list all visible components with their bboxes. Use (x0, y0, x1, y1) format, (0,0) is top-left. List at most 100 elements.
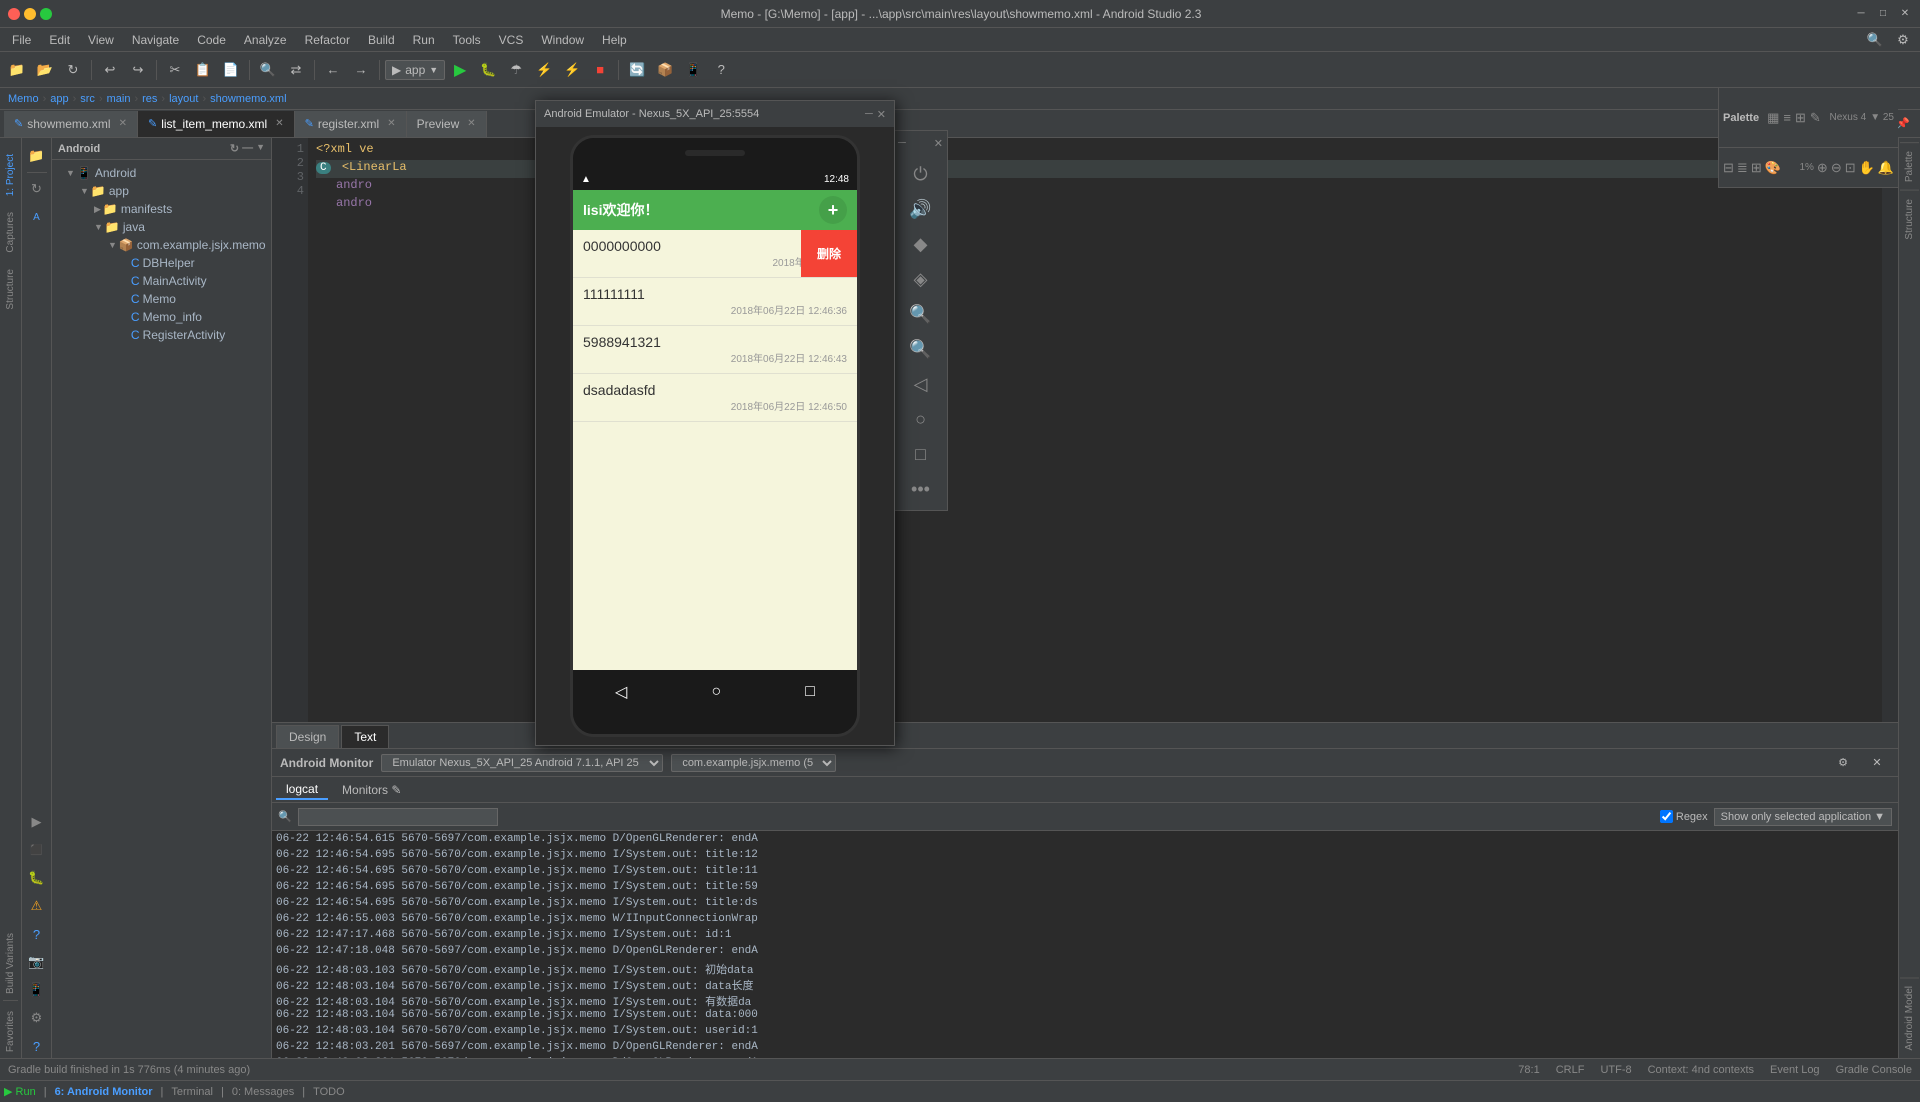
menu-navigate[interactable]: Navigate (124, 31, 187, 49)
sync-files-btn[interactable]: ↻ (230, 142, 239, 155)
tree-app[interactable]: ▼ 📁 app (52, 182, 271, 200)
avd-manager-btn[interactable]: 📱 (680, 57, 706, 83)
emulator-close-btn[interactable]: ✕ (877, 108, 886, 121)
tree-root[interactable]: ▼ 📱 Android (52, 164, 271, 182)
memo-title-2[interactable]: 111111111 (583, 286, 847, 302)
close-showmemo-icon[interactable]: ✕ (119, 118, 127, 129)
gradle-console-btn[interactable]: Gradle Console (1836, 1064, 1912, 1076)
menu-view[interactable]: View (80, 31, 122, 49)
run-monitor-icon[interactable]: ▶ (25, 810, 49, 834)
menu-refactor[interactable]: Refactor (297, 31, 358, 49)
cut-btn[interactable]: ✂ (162, 57, 188, 83)
palette-tab[interactable]: Palette (1900, 142, 1919, 190)
close-register-icon[interactable]: ✕ (387, 118, 395, 129)
new-project-btn[interactable]: 📁 (4, 57, 30, 83)
sync-btn[interactable]: ↻ (60, 57, 86, 83)
search-everywhere-btn[interactable]: 🔍 (1862, 27, 1888, 53)
undo-btn[interactable]: ↩ (97, 57, 123, 83)
bc-memo[interactable]: Memo (8, 93, 39, 105)
project-tool-tab[interactable]: 1: Project (3, 148, 18, 202)
dm-close-btn[interactable]: ✕ (934, 137, 943, 150)
gradle-sync-btn[interactable]: 🔄 (624, 57, 650, 83)
help-btn[interactable]: ? (708, 57, 734, 83)
structure-tool-tab[interactable]: Structure (3, 263, 18, 316)
redo-btn[interactable]: ↪ (125, 57, 151, 83)
replace-btn[interactable]: ⇄ (283, 57, 309, 83)
event-log-btn[interactable]: Event Log (1770, 1064, 1820, 1076)
todo-btn-bottom[interactable]: TODO (313, 1086, 345, 1098)
log-search-input[interactable] (298, 808, 498, 826)
palette-btn3[interactable]: ⊞ (1751, 160, 1762, 176)
build-variants-tab[interactable]: Build Variants (3, 927, 18, 1001)
tree-register[interactable]: ▶ C RegisterActivity (52, 326, 271, 344)
pan-btn[interactable]: ✋ (1859, 160, 1875, 176)
camera-icon[interactable]: 📷 (25, 950, 49, 974)
restore-btn[interactable]: □ (1876, 7, 1890, 21)
favorites-tab[interactable]: Favorites (3, 1005, 18, 1058)
zoom-out-icon[interactable]: 🔍 (905, 335, 935, 364)
tab-register[interactable]: ✎ register.xml ✕ (295, 111, 407, 137)
eraser-icon[interactable]: ◆ (910, 230, 932, 259)
sync-project-icon[interactable]: ↻ (25, 177, 49, 201)
tab-preview[interactable]: Preview ✕ (407, 111, 487, 137)
close-btn[interactable]: ✕ (1898, 7, 1912, 21)
bc-main[interactable]: main (107, 93, 131, 105)
terminal-btn-bottom[interactable]: Terminal (171, 1086, 213, 1098)
palette-btn1[interactable]: ⊟ (1723, 160, 1734, 176)
android-monitor-btn-bottom[interactable]: 6: Android Monitor (55, 1086, 153, 1098)
package-selector[interactable]: com.example.jsjx.memo (5 (671, 754, 836, 772)
close-list-item-icon[interactable]: ✕ (275, 118, 283, 129)
device-icon[interactable]: 📱 (25, 978, 49, 1002)
profile-btn[interactable]: ⚡ (531, 57, 557, 83)
encoding[interactable]: UTF-8 (1600, 1064, 1631, 1076)
open-btn[interactable]: 📂 (32, 57, 58, 83)
recents-nav-btn[interactable]: □ (805, 683, 815, 701)
delete-btn-1[interactable]: 删除 (801, 230, 857, 277)
tree-dbhelper[interactable]: ▶ C DBHelper (52, 254, 271, 272)
square-icon[interactable]: □ (911, 440, 930, 469)
collapse-all-btn[interactable]: — (242, 142, 253, 155)
tab-list-item-memo[interactable]: ✎ list_item_memo.xml ✕ (138, 111, 295, 137)
monitor-settings-btn[interactable]: ⚙ (1830, 750, 1856, 776)
menu-code[interactable]: Code (189, 31, 234, 49)
sdk-manager-btn[interactable]: 📦 (652, 57, 678, 83)
menu-build[interactable]: Build (360, 31, 403, 49)
palette-btn2[interactable]: ≣ (1737, 160, 1748, 176)
notification-btn[interactable]: 🔔 (1878, 160, 1894, 176)
stop-btn[interactable]: ■ (587, 57, 613, 83)
zoom-in-palette-btn[interactable]: ⊕ (1817, 160, 1828, 176)
emulator-minimize-btn[interactable]: ─ (865, 108, 873, 121)
android-monitor-icon[interactable]: ⬛ (25, 838, 49, 862)
structure-right-tab[interactable]: Structure (1900, 190, 1919, 248)
memo-title-3[interactable]: 5988941321 (583, 334, 847, 350)
forward-btn[interactable]: → (348, 57, 374, 83)
rotate-icon[interactable]: ◁ (910, 370, 932, 399)
tab-showmemo[interactable]: ✎ showmemo.xml ✕ (4, 111, 138, 137)
debug-monitor-icon[interactable]: 🐛 (25, 866, 49, 890)
back-btn[interactable]: ← (320, 57, 346, 83)
line-ending[interactable]: CRLF (1556, 1064, 1585, 1076)
list-view-btn[interactable]: ≡ (1783, 110, 1791, 125)
detail-view-btn[interactable]: ⊞ (1795, 110, 1806, 126)
tree-mainactivity[interactable]: ▶ C MainActivity (52, 272, 271, 290)
bc-layout[interactable]: layout (169, 93, 198, 105)
fit-btn[interactable]: ⊡ (1845, 160, 1856, 176)
copy-btn[interactable]: 📋 (190, 57, 216, 83)
project-dropdown-btn[interactable]: ▼ (256, 142, 265, 155)
bc-src[interactable]: src (80, 93, 95, 105)
device-selector[interactable]: Emulator Nexus_5X_API_25 Android 7.1.1, … (381, 754, 663, 772)
run-config-dropdown[interactable]: ▶app▼ (385, 60, 445, 80)
back-nav-btn[interactable]: ◁ (615, 682, 627, 702)
menu-window[interactable]: Window (533, 31, 592, 49)
zoom-in-icon[interactable]: 🔍 (905, 300, 935, 329)
run-btn-bottom[interactable]: ▶ Run (4, 1085, 36, 1098)
android-model-tab[interactable]: Android Model (1900, 977, 1919, 1058)
tree-java[interactable]: ▼ 📁 java (52, 218, 271, 236)
menu-help[interactable]: Help (594, 31, 635, 49)
menu-run[interactable]: Run (405, 31, 443, 49)
show-only-selected-app-btn[interactable]: Show only selected application ▼ (1714, 808, 1892, 826)
menu-tools[interactable]: Tools (445, 31, 489, 49)
dm-minimize-btn[interactable]: ─ (898, 137, 906, 150)
monitor-close-btn[interactable]: ✕ (1864, 750, 1890, 776)
circle-icon[interactable]: ○ (911, 405, 930, 434)
